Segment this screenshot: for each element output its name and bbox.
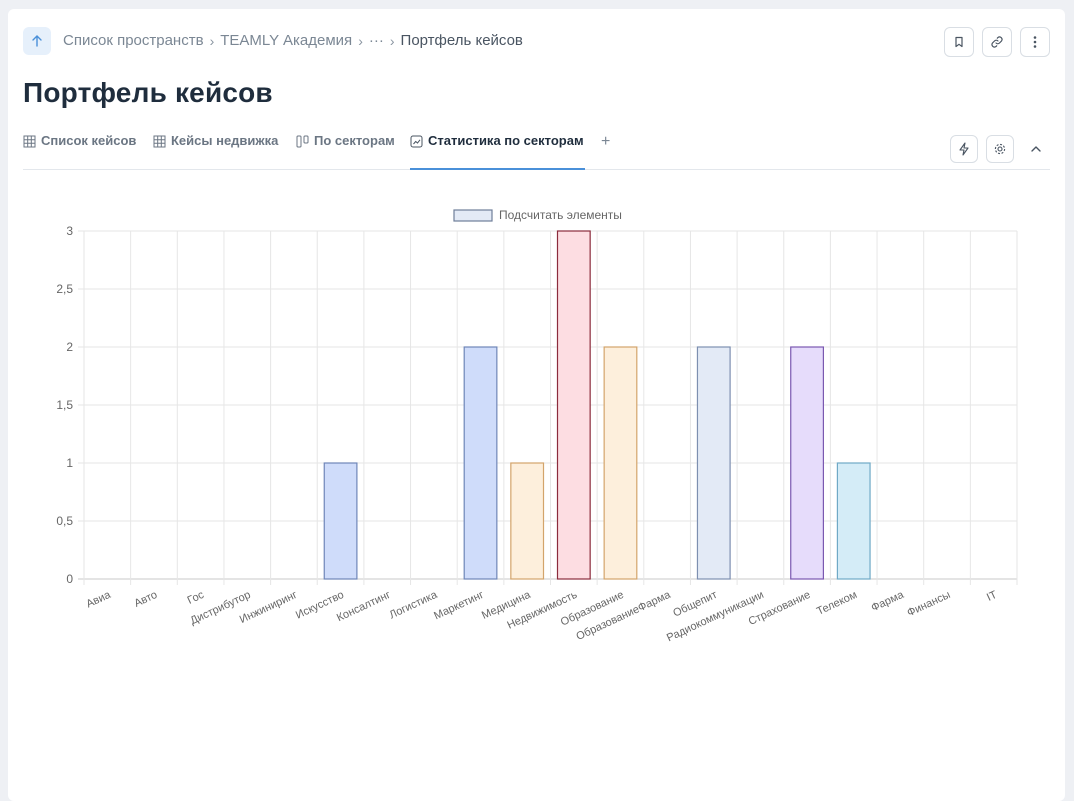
bookmark-icon xyxy=(955,36,963,48)
bar-Маркетинг xyxy=(463,346,498,580)
collapse-button[interactable] xyxy=(1022,135,1050,163)
bar-Телеком xyxy=(836,462,871,580)
x-tick-label: Логистика xyxy=(388,588,440,621)
x-tick-label: IT xyxy=(985,589,999,604)
tab-by-sectors[interactable]: По секторам xyxy=(296,133,395,168)
legend-swatch xyxy=(453,209,493,222)
top-bar: Список пространств › TEAMLY Академия › ·… xyxy=(23,27,1050,57)
y-tick-label: 0,5 xyxy=(56,514,73,528)
lightning-icon xyxy=(959,142,969,156)
tab-label: Кейсы недвижка xyxy=(171,133,279,148)
gear-icon xyxy=(994,143,1006,155)
arrow-up-icon xyxy=(32,35,42,47)
tab-label: Список кейсов xyxy=(41,133,137,148)
x-tick-label: Финансы xyxy=(905,589,952,619)
breadcrumb-item-space[interactable]: TEAMLY Академия xyxy=(220,32,352,49)
kanban-icon xyxy=(296,135,309,148)
copy-link-button[interactable] xyxy=(982,27,1012,57)
view-settings-button[interactable] xyxy=(986,135,1014,163)
chevron-up-icon xyxy=(1031,146,1041,152)
add-tab-button[interactable]: + xyxy=(601,133,610,151)
view-actions xyxy=(950,135,1050,163)
y-tick-label: 2,5 xyxy=(56,282,73,296)
sector-bar-chart: 00,511,522,53Авиа Авто ГосДистрибуторИнжин… xyxy=(56,208,1018,644)
chevron-right-icon: › xyxy=(209,32,215,49)
y-tick-label: 2 xyxy=(66,340,73,354)
page-actions xyxy=(944,27,1050,57)
bar-Образование xyxy=(603,346,638,580)
tab-cases-list[interactable]: Список кейсов xyxy=(23,133,136,168)
chart-icon xyxy=(410,135,423,148)
x-tick-label: Консалтинг xyxy=(335,589,393,624)
table-icon xyxy=(153,135,166,148)
bar-Страхование xyxy=(790,346,825,580)
x-tick-label: Авиа xyxy=(84,588,113,610)
tab-label: Статистика по секторам xyxy=(428,133,584,148)
y-tick-label: 0 xyxy=(66,572,73,586)
y-tick-label: 1,5 xyxy=(56,398,73,412)
sector-stats-chart-container: 0 0,5 1 1,5 2 2,5 3 Авиа Авто Гос Дистрибутор Инжин… xyxy=(8,189,1058,664)
tab-realty-cases[interactable]: Кейсы недвижка xyxy=(153,133,278,168)
more-vertical-icon xyxy=(1033,36,1037,48)
more-menu-button[interactable] xyxy=(1020,27,1050,57)
tab-sector-stats[interactable]: Статистика по секторам xyxy=(410,133,585,170)
view-tabs: Список кейсов Кейсы недвижка По секторам… xyxy=(23,133,1050,170)
page-card: Список пространств › TEAMLY Академия › ·… xyxy=(8,9,1065,801)
bar-Искусство xyxy=(323,462,358,580)
chevron-right-icon: › xyxy=(389,32,395,49)
y-tick-label: 1 xyxy=(66,456,73,470)
breadcrumb-current: Портфель кейсов xyxy=(400,32,523,49)
x-tick-label: Фарма xyxy=(870,588,907,614)
navigate-up-button[interactable] xyxy=(23,27,51,55)
breadcrumb-item-more[interactable]: ··· xyxy=(369,32,384,49)
link-icon xyxy=(991,36,1003,48)
legend-label: Подсчитать элементы xyxy=(499,208,622,222)
tab-label: По секторам xyxy=(314,133,395,148)
page-title: Портфель кейсов xyxy=(23,77,273,108)
x-tick-label: Гос xyxy=(186,589,207,607)
bar-Недвижимость xyxy=(556,230,591,580)
y-tick-label: 3 xyxy=(66,224,73,238)
table-icon xyxy=(23,135,36,148)
x-tick-label: Авто xyxy=(132,589,159,610)
chevron-right-icon: › xyxy=(358,32,363,49)
x-tick-label: Телеком xyxy=(815,589,859,618)
breadcrumb: Список пространств › TEAMLY Академия › ·… xyxy=(63,32,523,49)
bar-Общепит xyxy=(696,346,731,580)
x-tick-label: Маркетинг xyxy=(432,589,486,622)
breadcrumb-item-spaces[interactable]: Список пространств xyxy=(63,32,204,49)
bookmark-button[interactable] xyxy=(944,27,974,57)
automation-button[interactable] xyxy=(950,135,978,163)
bar-Медицина xyxy=(510,462,545,580)
